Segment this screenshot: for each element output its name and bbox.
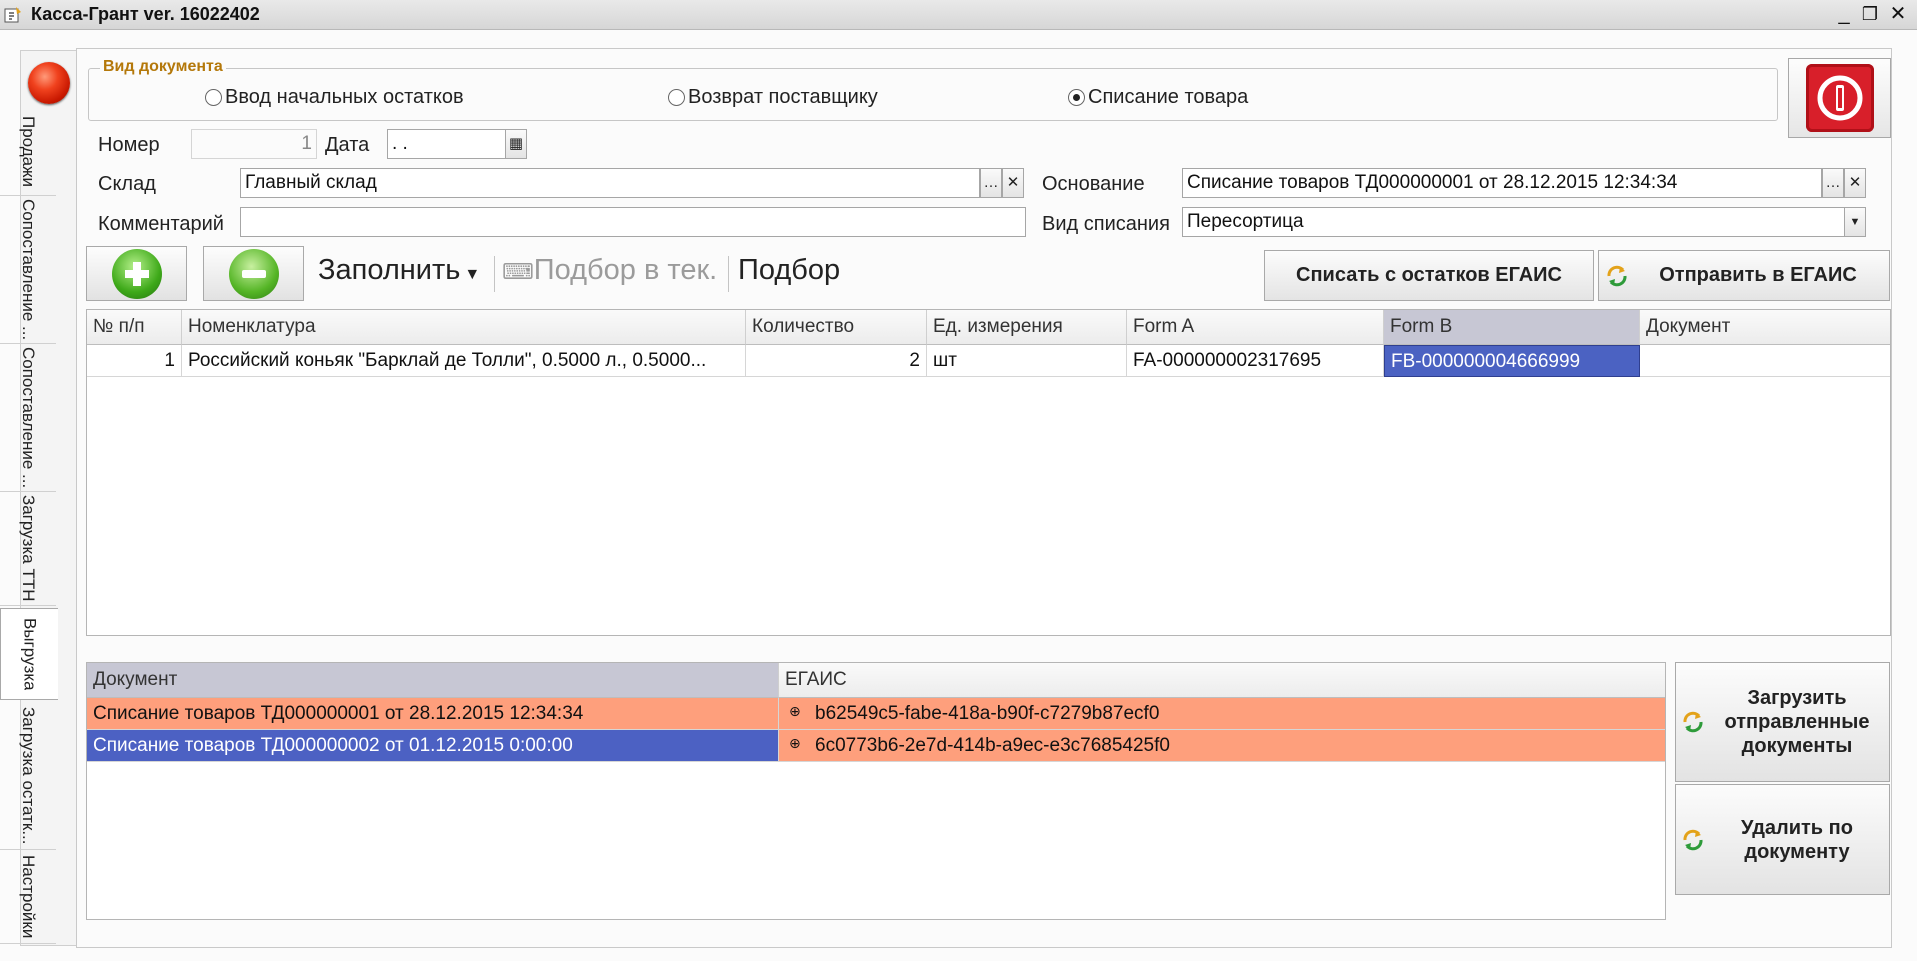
- write-off-egais-button[interactable]: Списать с остатков ЕГАИС: [1264, 250, 1594, 301]
- tab-load-stock[interactable]: Загрузка остатк...: [0, 702, 56, 850]
- barcode-icon: ⌨: [502, 259, 534, 284]
- restore-icon[interactable]: ❐: [1858, 2, 1882, 26]
- table-cell[interactable]: 2: [746, 345, 927, 377]
- send-egais-button[interactable]: Отправить в ЕГАИС: [1598, 250, 1890, 301]
- power-icon: [1805, 64, 1874, 132]
- tab-export[interactable]: Выгрузка: [0, 608, 58, 700]
- dropdown-arrow-icon: ▼: [464, 266, 481, 283]
- table-cell[interactable]: FA-000000002317695: [1127, 345, 1384, 377]
- documents-table[interactable]: Документ ЕГАИС Списание товаров ТД000000…: [86, 662, 1666, 920]
- warehouse-field[interactable]: Главный склад: [240, 168, 980, 198]
- fill-menu-button[interactable]: Заполнить ▼: [318, 254, 480, 287]
- table-cell[interactable]: шт: [927, 345, 1127, 377]
- warehouse-clear-icon[interactable]: ✕: [1002, 168, 1024, 198]
- radio-initial-balances[interactable]: Ввод начальных остатков: [205, 86, 464, 109]
- sync-icon: [1683, 711, 1703, 733]
- warehouse-select-icon[interactable]: …: [980, 168, 1002, 198]
- table-cell[interactable]: [1640, 345, 1890, 377]
- basis-field[interactable]: Списание товаров ТД000000001 от 28.12.20…: [1182, 168, 1822, 198]
- basis-clear-icon[interactable]: ✕: [1844, 168, 1866, 198]
- column-header[interactable]: Документ: [1640, 310, 1890, 345]
- plus-icon: [111, 248, 162, 299]
- column-header[interactable]: № п/п: [87, 310, 182, 345]
- comment-label: Комментарий: [98, 213, 224, 235]
- toolbar-separator: [728, 256, 729, 292]
- tab-sales[interactable]: Продажи: [0, 108, 56, 196]
- column-header[interactable]: Документ: [87, 663, 779, 698]
- toolbar-separator: [494, 256, 495, 292]
- column-header[interactable]: Номенклатура: [182, 310, 746, 345]
- window-title: Касса-Грант ver. 16022402: [31, 4, 260, 24]
- load-sent-label: Загрузить отправленные документы: [1724, 687, 1870, 757]
- expand-icon[interactable]: ⊕: [789, 703, 801, 720]
- minus-icon: [228, 248, 279, 299]
- app-window: Касса-Грант ver. 16022402 _ ❐ ✕ Продажи …: [0, 0, 1917, 961]
- load-sent-documents-button[interactable]: Загрузить отправленные документы: [1675, 662, 1890, 782]
- basis-label: Основание: [1042, 173, 1145, 195]
- exit-button[interactable]: [1788, 58, 1891, 138]
- tab-settings[interactable]: Настройки: [0, 850, 56, 944]
- radio-dot: [668, 89, 685, 106]
- table-cell[interactable]: ⊕ 6c0773b6-2e7d-414b-a9ec-e3c7685425f0: [779, 730, 1665, 762]
- column-header[interactable]: Form A: [1127, 310, 1384, 345]
- status-indicator-icon: [28, 62, 70, 104]
- chevron-down-icon[interactable]: ▼: [1844, 207, 1866, 237]
- date-label: Дата: [325, 134, 370, 156]
- writeoff-type-select[interactable]: Пересортица: [1182, 207, 1846, 237]
- table-cell-selected[interactable]: FB-000000004666999: [1384, 345, 1640, 377]
- table-cell[interactable]: Российский коньяк "Барклай де Толли", 0.…: [182, 345, 746, 377]
- tab-mapping-1[interactable]: Сопоставление ...: [0, 196, 56, 344]
- table-cell[interactable]: ⊕ b62549c5-fabe-418a-b90f-c7279b87ecf0: [779, 698, 1665, 730]
- comment-field[interactable]: [240, 207, 1026, 237]
- tab-mapping-2[interactable]: Сопоставление ...: [0, 344, 56, 492]
- items-table[interactable]: № п/п Номенклатура Количество Ед. измере…: [86, 309, 1891, 636]
- calendar-icon[interactable]: ▦: [505, 129, 527, 159]
- sync-icon: [1683, 829, 1703, 850]
- sync-icon: [1607, 265, 1627, 287]
- basis-select-icon[interactable]: …: [1822, 168, 1844, 198]
- radio-dot: [205, 89, 222, 106]
- table-cell[interactable]: 1: [87, 345, 182, 377]
- tab-load-ttn[interactable]: Загрузка ТТН: [0, 492, 56, 606]
- app-icon: [4, 7, 21, 23]
- remove-row-button[interactable]: [203, 246, 304, 301]
- column-header[interactable]: Ед. измерения: [927, 310, 1127, 345]
- add-row-button[interactable]: [86, 246, 187, 301]
- expand-icon[interactable]: ⊕: [789, 735, 801, 752]
- doc-type-legend: Вид документа: [100, 58, 226, 76]
- title-bar: Касса-Грант ver. 16022402 _ ❐ ✕: [0, 0, 1917, 30]
- send-egais-label: Отправить в ЕГАИС: [1659, 264, 1857, 286]
- column-header[interactable]: ЕГАИС: [779, 663, 1665, 698]
- table-cell[interactable]: Списание товаров ТД000000001 от 28.12.20…: [87, 698, 779, 730]
- radio-write-off[interactable]: Списание товара: [1068, 86, 1248, 109]
- column-header[interactable]: Количество: [746, 310, 927, 345]
- date-field[interactable]: . .: [387, 129, 507, 159]
- pick-button[interactable]: Подбор: [738, 254, 840, 287]
- column-header[interactable]: Form B: [1384, 310, 1640, 345]
- number-label: Номер: [98, 134, 160, 156]
- radio-dot-selected: [1068, 89, 1085, 106]
- delete-by-doc-label: Удалить по документу: [1741, 816, 1853, 863]
- pick-current-button[interactable]: ⌨Подбор в тек.: [502, 254, 717, 287]
- table-cell-selected[interactable]: Списание товаров ТД000000002 от 01.12.20…: [87, 730, 779, 762]
- close-icon[interactable]: ✕: [1886, 2, 1910, 26]
- radio-return-supplier[interactable]: Возврат поставщику: [668, 86, 878, 109]
- number-field: 1: [191, 129, 317, 159]
- writeoff-type-label: Вид списания: [1042, 213, 1170, 235]
- warehouse-label: Склад: [98, 173, 156, 195]
- minimize-icon[interactable]: _: [1832, 2, 1856, 26]
- delete-by-document-button[interactable]: Удалить по документу: [1675, 784, 1890, 895]
